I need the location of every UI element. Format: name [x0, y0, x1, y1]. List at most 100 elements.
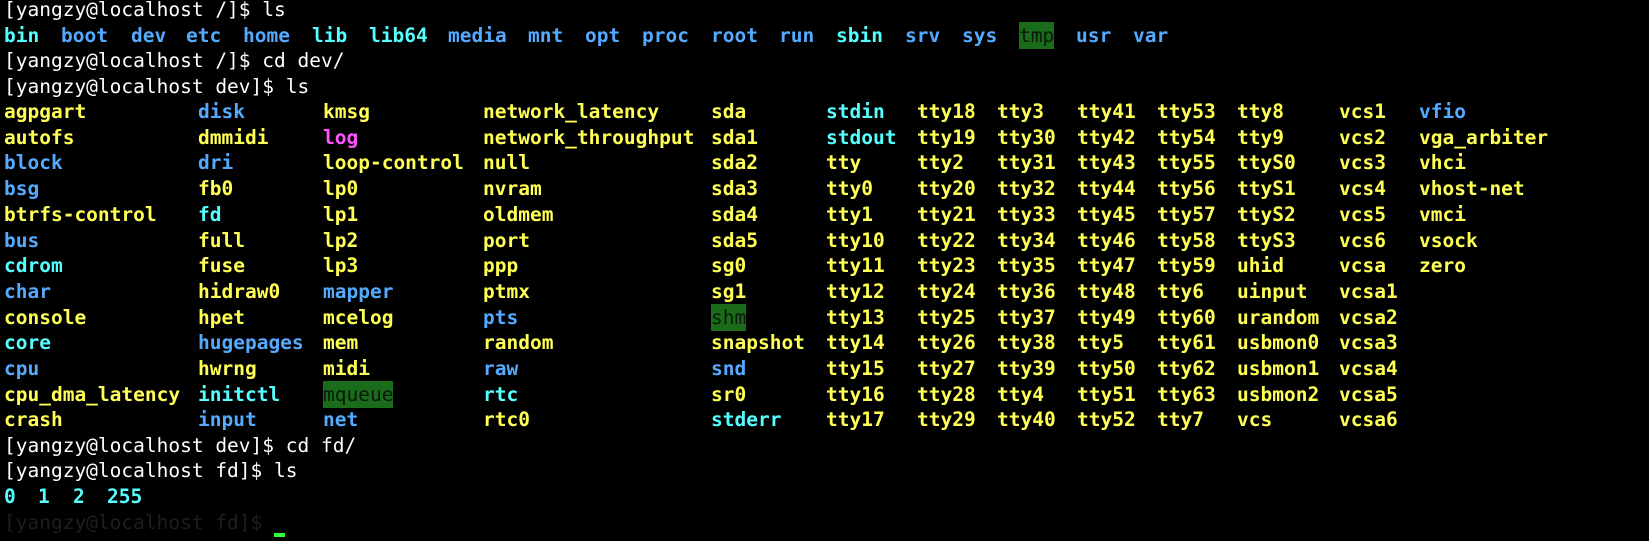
dev-entry-vcs1: vcs1: [1339, 100, 1386, 123]
fd-entry-0: 0: [4, 485, 16, 508]
dev-entry-cpu: cpu: [4, 357, 40, 380]
dev-entry-input: input: [198, 408, 257, 432]
dev-entry-sda2: sda2: [711, 151, 758, 175]
dev-entry-sda4: sda4: [711, 202, 758, 226]
dev-entry-tty41: tty41: [1077, 100, 1136, 123]
dev-entry-tty48: tty48: [1077, 279, 1136, 303]
root-entry-root: root: [711, 24, 758, 47]
dev-entry-autofs: autofs: [4, 125, 75, 149]
dev-entry-ppp: ppp: [483, 254, 519, 278]
command-text: ls: [274, 459, 298, 482]
dev-entry-vcs6: vcs6: [1339, 228, 1386, 252]
dev-entry-sda3: sda3: [711, 177, 758, 201]
dev-entry-tty40: tty40: [997, 408, 1056, 432]
dev-entry-mem: mem: [323, 331, 359, 355]
dev-entry-cpu_dma_latency: cpu_dma_latency: [4, 382, 181, 406]
dev-entry-lp1: lp1: [323, 202, 359, 226]
dev-entry-raw: raw: [483, 357, 519, 380]
root-entry-lib: lib: [312, 24, 348, 47]
dev-entry-tty32: tty32: [997, 177, 1056, 201]
dev-entry-ttyS2: ttyS2: [1237, 202, 1296, 226]
terminal-window[interactable]: [yangzy@localhost /]$ ls bin boot dev etc ho…: [0, 0, 1649, 541]
dev-entry-sda1: sda1: [711, 125, 758, 149]
dev-entry-disk: disk: [198, 100, 245, 123]
dev-entry-shm: shm: [711, 303, 747, 331]
dev-entry-dmmidi: dmmidi: [198, 125, 269, 149]
dev-entry-hpet: hpet: [198, 305, 245, 329]
dev-entry-kmsg: kmsg: [323, 100, 370, 123]
dev-entry-vmci: vmci: [1419, 202, 1466, 226]
dev-entry-block: block: [4, 151, 63, 175]
dev-entry-lp0: lp0: [323, 177, 359, 201]
dev-entry-bsg: bsg: [4, 177, 40, 201]
dev-entry-tty14: tty14: [826, 331, 885, 355]
dev-entry-mapper: mapper: [323, 279, 394, 303]
dev-entry-char: char: [4, 279, 51, 303]
dev-entry-usbmon0: usbmon0: [1237, 331, 1320, 355]
dev-entry-tty6: tty6: [1157, 279, 1204, 303]
dev-entry-vhost-net: vhost-net: [1419, 177, 1525, 201]
dev-entry-tty16: tty16: [826, 382, 885, 406]
command-text: ls: [285, 75, 310, 98]
dev-entry-tty39: tty39: [997, 357, 1056, 380]
fd-entry-1: 1: [38, 485, 50, 508]
dev-entry-tty29: tty29: [917, 408, 976, 432]
dev-entry-ttyS1: ttyS1: [1237, 177, 1296, 201]
root-entry-run: run: [779, 24, 815, 47]
dev-entry-fb0: fb0: [198, 177, 234, 201]
dev-entry-agpgart: agpgart: [4, 100, 87, 123]
root-entry-mnt: mnt: [528, 24, 564, 47]
dev-entry-usbmon1: usbmon1: [1237, 357, 1320, 380]
dev-entry-vcs5: vcs5: [1339, 202, 1386, 226]
dev-entry-mqueue: mqueue: [323, 380, 394, 408]
dev-entry-tty3: tty3: [997, 100, 1044, 123]
dev-entry-tty47: tty47: [1077, 254, 1136, 278]
dev-entry-btrfs-control: btrfs-control: [4, 202, 157, 226]
root-entry-var: var: [1133, 24, 1169, 47]
shell-prompt: [yangzy@localhost /]$: [4, 0, 263, 21]
dev-entry-tty55: tty55: [1157, 151, 1216, 175]
root-entry-sys: sys: [962, 24, 998, 47]
dev-entry-stderr: stderr: [711, 408, 782, 432]
terminal-line-4: [yangzy@localhost dev]$ ls: [4, 73, 309, 100]
dev-entry-tty49: tty49: [1077, 305, 1136, 329]
root-entry-home: home: [243, 24, 290, 47]
dev-entry-tty50: tty50: [1077, 357, 1136, 380]
terminal-line-3: [yangzy@localhost /]$ cd dev/: [4, 47, 344, 74]
dev-entry-tty21: tty21: [917, 202, 976, 226]
root-entry-etc: etc: [186, 24, 222, 47]
dev-entry-tty30: tty30: [997, 125, 1056, 149]
dev-entry-tty: tty: [826, 151, 862, 175]
dev-entry-tty52: tty52: [1077, 408, 1136, 432]
dev-entry-tty31: tty31: [997, 151, 1056, 175]
root-entry-boot: boot: [61, 24, 108, 47]
terminal-line-1: [yangzy@localhost /]$ ls: [4, 0, 286, 23]
dev-entry-tty20: tty20: [917, 177, 976, 201]
dev-entry-midi: midi: [323, 357, 370, 380]
dev-entry-tty37: tty37: [997, 305, 1056, 329]
root-entry-dev: dev: [131, 24, 167, 47]
dev-entry-vcs: vcs: [1237, 408, 1273, 432]
root-entry-tmp: tmp: [1019, 22, 1055, 49]
dev-entry-tty44: tty44: [1077, 177, 1136, 201]
terminal-line-current[interactable]: [yangzy@localhost fd]$: [4, 509, 286, 537]
root-entry-usr: usr: [1076, 24, 1112, 47]
dev-entry-tty26: tty26: [917, 331, 976, 355]
dev-entry-tty11: tty11: [826, 254, 885, 278]
dev-entry-tty2: tty2: [917, 151, 964, 175]
dev-entry-vcsa1: vcsa1: [1339, 279, 1398, 303]
dev-entry-crash: crash: [4, 408, 63, 432]
dev-entry-bus: bus: [4, 228, 40, 252]
dev-entry-tty56: tty56: [1157, 177, 1216, 201]
dev-entry-tty25: tty25: [917, 305, 976, 329]
dev-entry-rtc: rtc: [483, 382, 519, 406]
command-text: cd fd/: [285, 434, 357, 457]
dev-entry-tty23: tty23: [917, 254, 976, 278]
dev-entry-tty34: tty34: [997, 228, 1056, 252]
dev-entry-console: console: [4, 305, 87, 329]
fd-entry-255: 255: [107, 485, 143, 508]
dev-entry-sr0: sr0: [711, 382, 747, 406]
dev-entry-oldmem: oldmem: [483, 202, 554, 226]
dev-entry-ttyS0: ttyS0: [1237, 151, 1296, 175]
dev-entry-tty13: tty13: [826, 305, 885, 329]
